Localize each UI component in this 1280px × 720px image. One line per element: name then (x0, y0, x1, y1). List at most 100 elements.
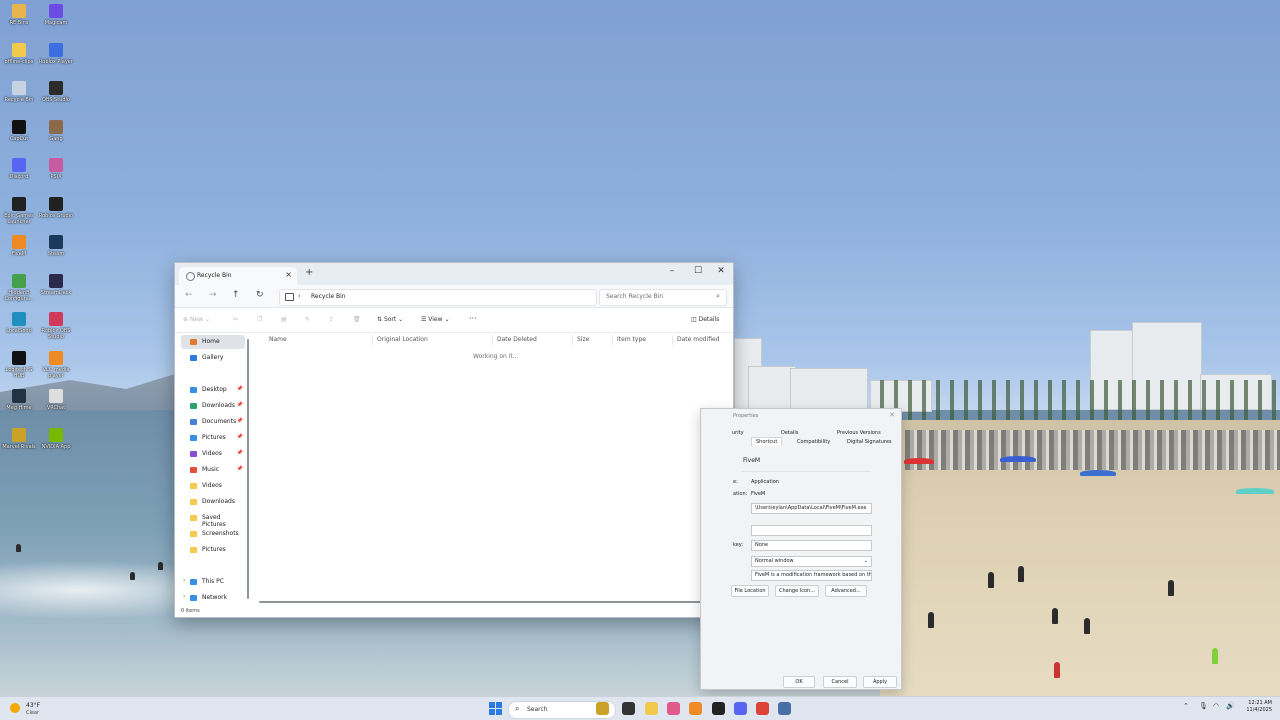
close-tab-icon[interactable]: × (285, 270, 292, 279)
change-icon-button[interactable]: Change Icon... (775, 585, 819, 597)
new-tab-button[interactable]: + (305, 267, 313, 278)
target-field[interactable]: \Users\eylan\AppData\Local\FiveM\FiveM.e… (751, 503, 872, 514)
sidebar-item[interactable]: Pictures (181, 543, 245, 557)
paste-icon[interactable]: ▤ (281, 316, 287, 323)
discord-app-icon[interactable] (734, 702, 747, 715)
column-header[interactable]: Date Deleted (497, 336, 537, 343)
task-view-icon[interactable] (622, 702, 635, 715)
file-explorer-window[interactable]: Recycle Bin × + – ☐ ✕ ← → ↑ ↻ › Recycle … (174, 262, 734, 618)
tab-recycle-bin[interactable]: Recycle Bin × (179, 267, 297, 285)
desktop-shortcut[interactable]: Magicam (37, 4, 75, 26)
sidebar-item[interactable]: Saved Pictures (181, 511, 245, 528)
column-header[interactable]: Item type (617, 336, 646, 343)
desktop-shortcut[interactable]: Roblox Player (37, 42, 75, 65)
ok-button[interactable]: OK (783, 676, 815, 688)
obs-app-icon[interactable] (712, 702, 725, 715)
sidebar-item[interactable]: Pictures 📌 (181, 431, 245, 445)
desktop-shortcut[interactable]: LocalSend (0, 312, 38, 334)
forward-icon[interactable]: → (209, 290, 217, 300)
rename-icon[interactable]: ✎ (305, 316, 310, 323)
desktop-shortcut[interactable]: Epic Games Launcher (0, 196, 38, 225)
maximize-button[interactable]: ☐ (687, 266, 709, 276)
chevron-right-icon[interactable]: › (183, 577, 185, 584)
properties-dialog[interactable]: Properties ✕ urity Details Previous Vers… (700, 408, 902, 690)
desktop-shortcut[interactable]: Meg Hime (0, 389, 38, 411)
address-bar[interactable]: › Recycle Bin (279, 289, 597, 306)
details-button[interactable]: ◫ Details (691, 316, 719, 323)
sidebar-item[interactable]: Documents 📌 (181, 415, 245, 429)
sidebar-scrollbar[interactable] (247, 339, 249, 599)
sidebar-item[interactable]: Videos 📌 (181, 447, 245, 461)
file-explorer-icon[interactable] (645, 702, 658, 715)
start-in-field[interactable] (751, 525, 872, 536)
close-icon[interactable]: ✕ (889, 411, 895, 419)
column-divider[interactable] (612, 335, 613, 345)
cancel-button[interactable]: Cancel (823, 676, 857, 688)
widgets-icon[interactable] (596, 702, 609, 715)
tab-compatibility[interactable]: Compatibility (797, 439, 830, 445)
column-header[interactable]: Name (269, 336, 287, 343)
desktop-shortcut[interactable]: StreamDeck (37, 273, 75, 296)
column-header[interactable]: Date modified (677, 336, 720, 343)
desktop-shortcut[interactable]: NVIDIA App (37, 427, 75, 450)
sidebar-item[interactable]: › This PC (181, 575, 245, 589)
desktop-shortcut[interactable]: Roblox Studio (37, 196, 75, 219)
fivem-app-icon[interactable] (689, 702, 702, 715)
desktop-shortcut[interactable]: Discord (0, 158, 38, 180)
view-button[interactable]: ☰ View ⌄ (421, 316, 449, 323)
tab-shortcut[interactable]: Shortcut (751, 437, 783, 446)
column-header[interactable]: Size (577, 336, 589, 343)
wifi-icon[interactable]: ◠ (1213, 702, 1219, 710)
close-window-button[interactable]: ✕ (710, 266, 732, 276)
column-divider[interactable] (372, 335, 373, 345)
back-icon[interactable]: ← (185, 290, 193, 300)
desktop-shortcut[interactable]: CapCut (0, 119, 38, 142)
more-options-button[interactable]: ··· (469, 314, 477, 323)
sidebar-item[interactable]: Music 📌 (181, 463, 245, 477)
tab-details[interactable]: Details (781, 430, 798, 436)
desktop-shortcut[interactable]: Gang (37, 119, 75, 142)
music-app-icon[interactable] (667, 702, 680, 715)
microphone-icon[interactable]: 🎙 (1199, 702, 1208, 710)
clock[interactable]: 12:21 AM 11/4/2025 (1240, 700, 1272, 714)
refresh-icon[interactable]: ↻ (256, 290, 264, 300)
desktop-shortcut[interactable]: Marvel Rivals (0, 427, 38, 450)
up-icon[interactable]: ↑ (232, 290, 240, 300)
sidebar-item[interactable]: Gallery (181, 351, 245, 365)
column-divider[interactable] (672, 335, 673, 345)
explorer-titlebar[interactable]: Recycle Bin × + – ☐ ✕ (175, 263, 733, 285)
file-list[interactable]: Name Original Location Date Deleted Size Ite… (253, 333, 731, 601)
desktop-shortcut[interactable]: Recycle Bin (0, 81, 38, 103)
breadcrumb[interactable]: Recycle Bin (311, 293, 346, 300)
desktop-shortcut[interactable]: RE Bins (0, 4, 38, 26)
chevron-right-icon[interactable]: › (183, 593, 185, 600)
tab-digital-signatures[interactable]: Digital Signatures (847, 439, 892, 445)
delete-icon[interactable]: 🗑 (353, 316, 361, 323)
chrome-app-icon[interactable] (756, 702, 769, 715)
run-select[interactable]: Normal window ⌄ (751, 556, 872, 567)
settings-app-icon[interactable] (778, 702, 791, 715)
advanced-button[interactable]: Advanced... (825, 585, 867, 597)
tab-security[interactable]: urity (732, 430, 744, 436)
apply-button[interactable]: Apply (863, 676, 897, 688)
share-icon[interactable]: ⇪ (329, 316, 334, 323)
desktop-shortcut[interactable]: VLC media player (37, 350, 75, 379)
open-file-location-button[interactable]: File Location (731, 585, 769, 597)
sidebar-item[interactable]: Desktop 📌 (181, 383, 245, 397)
new-button[interactable]: ⊕ New ⌄ (183, 316, 210, 323)
desktop-shortcut[interactable]: HiddenB Configura... (0, 273, 38, 302)
volume-icon[interactable]: 🔊 (1226, 702, 1235, 710)
minimize-button[interactable]: – (661, 266, 683, 276)
sidebar-item[interactable]: Screenshots (181, 527, 245, 541)
cut-icon[interactable]: ✂ (233, 316, 238, 323)
horizontal-scrollbar[interactable] (259, 601, 705, 603)
column-divider[interactable] (492, 335, 493, 345)
search-input[interactable]: Search Recycle Bin ⌕ (599, 289, 727, 306)
sidebar-item[interactable]: Home (181, 335, 245, 349)
column-divider[interactable] (572, 335, 573, 345)
desktop-shortcut[interactable]: OBS Studio (37, 81, 75, 103)
desktop-shortcut[interactable]: PSiX (37, 158, 75, 180)
desktop-shortcut[interactable]: Steam (37, 235, 75, 257)
copy-icon[interactable]: ❐ (257, 316, 262, 323)
sidebar-item[interactable]: Downloads 📌 (181, 399, 245, 413)
